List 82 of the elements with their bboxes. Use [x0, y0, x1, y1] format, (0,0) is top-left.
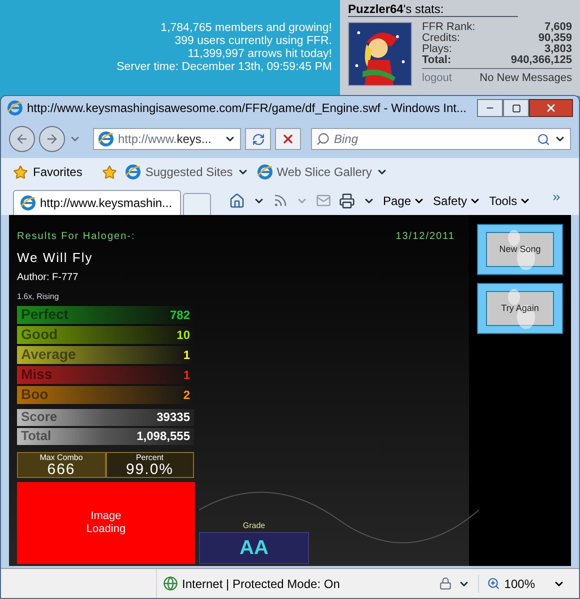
refresh-button[interactable] — [245, 128, 271, 150]
site-stat: 399 users currently using FFR. — [174, 35, 332, 48]
maximize-button[interactable] — [503, 99, 529, 117]
add-favorite-icon[interactable] — [102, 164, 118, 180]
total-value: 39335 — [156, 409, 190, 426]
results-heading: Results For Halogen-: — [17, 230, 136, 244]
stat-label: Credits: — [422, 33, 460, 44]
total-label: Score — [21, 408, 58, 426]
command-menu[interactable]: Page — [383, 192, 426, 210]
refresh-icon — [252, 132, 264, 146]
song-title: We Will Fly — [17, 249, 94, 267]
judgement-count: 1 — [183, 346, 190, 364]
max-combo-value: 666 — [47, 462, 76, 476]
window-title: http://www.keysmashingisawesome.com/FFR/game/df_Engine.swf - Windows Int... — [27, 100, 468, 117]
favorites-button[interactable]: Favorites — [13, 163, 94, 181]
total-label: Total — [21, 427, 52, 446]
image-loading-text: Image Loading — [85, 510, 127, 536]
stop-button[interactable] — [275, 128, 301, 150]
judgement-count: 2 — [183, 386, 190, 404]
max-combo-label: Max Combo — [40, 454, 83, 462]
judgement-label: Miss — [21, 365, 52, 384]
forward-button[interactable] — [39, 126, 65, 152]
stats-title: Puzzler64's stats: — [348, 2, 444, 16]
browser-logo-icon — [256, 164, 273, 180]
favorites-link[interactable]: Web Slice Gallery — [256, 163, 388, 181]
stop-icon — [281, 132, 295, 146]
mods-text: 1.6x, Rising — [17, 290, 60, 302]
favorites-link[interactable]: Suggested Sites — [125, 163, 249, 181]
judgement-label: Average — [21, 345, 76, 364]
search-icon — [316, 132, 330, 146]
close-button[interactable] — [529, 99, 573, 117]
search-input[interactable]: Bing — [334, 130, 533, 148]
percent-label: Percent — [136, 454, 164, 462]
total-value: 1,098,555 — [136, 428, 190, 445]
browser-logo-icon — [20, 195, 36, 211]
search-field[interactable]: Bing — [311, 128, 571, 150]
stat-value: 90,359 — [538, 33, 572, 44]
stat-label: Total: — [422, 55, 452, 66]
judgement-label: Boo — [21, 385, 48, 404]
site-stat: 11,399,997 arrows hit today! — [188, 48, 332, 61]
globe-icon — [163, 576, 178, 591]
address-field[interactable]: http://www.keys... — [93, 128, 241, 150]
zoom-button[interactable]: 100% — [478, 574, 573, 592]
judgement-label: Good — [21, 325, 58, 344]
game-button[interactable]: Try Again — [477, 283, 563, 334]
minimize-button[interactable] — [477, 99, 503, 117]
author-text: Author: F-777 — [17, 270, 80, 284]
back-button[interactable] — [9, 126, 35, 152]
site-stat: Server time: December 13th, 09:59:45 PM — [116, 61, 332, 74]
game-button[interactable]: New Song — [477, 224, 563, 275]
messages-text: No New Messages — [480, 73, 572, 84]
browser-logo-icon — [7, 100, 23, 116]
date-text: 13/12/2011 — [396, 230, 455, 244]
printer-icon[interactable] — [339, 192, 355, 208]
percent-value: 99.0% — [126, 462, 174, 476]
command-menu[interactable]: Safety — [433, 192, 482, 210]
search-icon[interactable] — [537, 132, 550, 146]
lock-icon — [439, 577, 452, 590]
grade-value: AA — [240, 536, 268, 560]
maximize-icon — [512, 104, 520, 112]
stat-value: 940,366,125 — [510, 55, 572, 66]
browser-logo-icon — [125, 164, 142, 180]
close-icon — [545, 102, 557, 114]
grade-label: Grade — [242, 520, 266, 532]
feed-icon[interactable] — [273, 193, 288, 208]
more-icon[interactable] — [551, 192, 562, 202]
stat-value: 7,609 — [544, 22, 572, 33]
home-icon[interactable] — [229, 192, 245, 208]
stat-label: FFR Rank: — [422, 22, 476, 33]
browser-logo-icon — [98, 131, 114, 147]
zoom-icon — [487, 577, 500, 590]
judgement-count: 1 — [183, 366, 190, 384]
zone-text: Internet | Protected Mode: On — [182, 576, 341, 592]
stat-label: Plays: — [422, 44, 452, 55]
judgement-count: 782 — [170, 306, 190, 324]
stat-value: 3,803 — [544, 44, 572, 55]
site-stat: 1,784,765 members and growing! — [160, 22, 332, 35]
command-menu[interactable]: Tools — [489, 192, 532, 210]
judgement-count: 10 — [176, 326, 190, 344]
judgement-label: Perfect — [21, 305, 68, 324]
star-icon — [13, 164, 28, 180]
browser-tab[interactable]: http://www.keysmashin... — [13, 190, 181, 215]
